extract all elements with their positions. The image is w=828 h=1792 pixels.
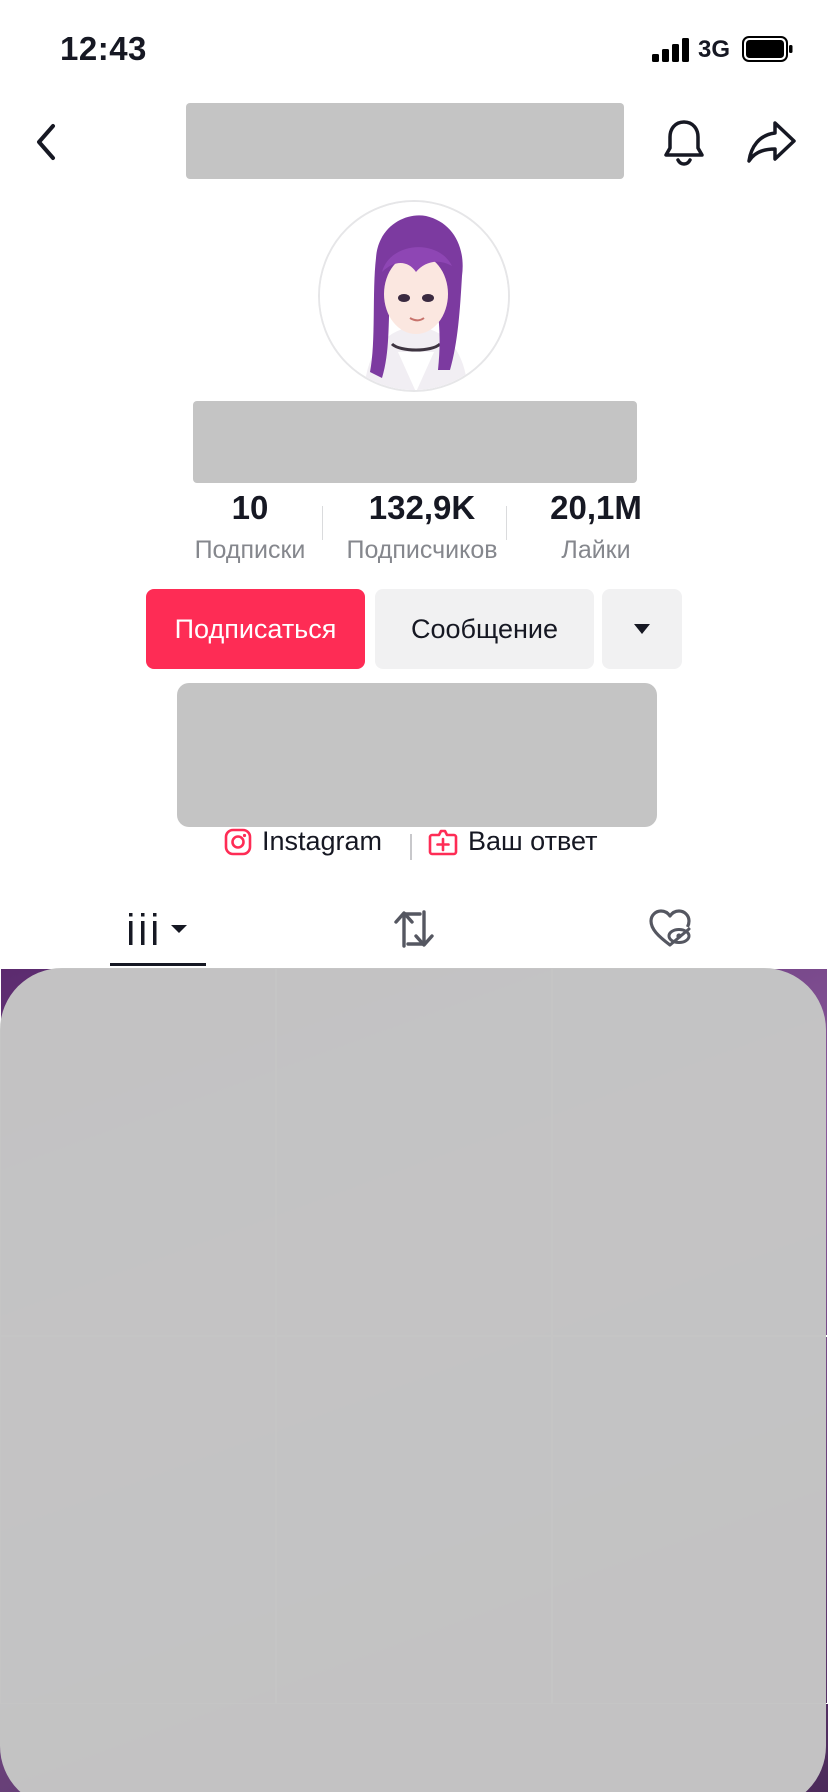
message-button[interactable]: Сообщение: [375, 589, 594, 669]
tab-videos[interactable]: [110, 890, 206, 968]
status-bar: 12:43 3G: [0, 0, 828, 100]
network-type: 3G: [698, 36, 731, 63]
liked-hidden-icon: [649, 909, 691, 947]
avatar-illustration: [320, 202, 508, 390]
back-icon: [37, 124, 55, 160]
active-tab-indicator: [110, 963, 206, 966]
stat-divider: [322, 506, 323, 540]
status-time: 12:43: [60, 30, 147, 67]
tab-reposts[interactable]: [376, 890, 452, 968]
following-stat[interactable]: 10 Подписки: [160, 488, 340, 565]
followers-stat[interactable]: 132,9K Подписчиков: [332, 488, 512, 565]
share-button[interactable]: [742, 114, 802, 170]
follow-button[interactable]: Подписаться: [146, 589, 365, 669]
reply-link[interactable]: Ваш ответ: [428, 826, 598, 857]
reply-link-label: Ваш ответ: [468, 826, 598, 856]
dropdown-arrow-icon: [634, 624, 650, 634]
likes-stat[interactable]: 20,1M Лайки: [506, 488, 686, 565]
following-count: 10: [231, 489, 269, 526]
notifications-button[interactable]: [654, 114, 714, 170]
bell-icon: [664, 120, 704, 166]
reply-icon: [428, 829, 458, 855]
video-grid-redacted: [0, 968, 826, 1792]
display-name-redacted: [193, 401, 637, 483]
likes-count: 20,1M: [550, 489, 642, 526]
instagram-icon: [224, 828, 252, 855]
username-title-redacted: [186, 103, 624, 179]
following-label: Подписки: [194, 536, 306, 564]
followers-count: 132,9K: [368, 489, 476, 526]
back-button[interactable]: [16, 114, 76, 170]
followers-label: Подписчиков: [346, 536, 498, 564]
instagram-link[interactable]: Instagram: [224, 826, 382, 857]
battery-icon: [742, 36, 793, 62]
video-grid-area: [0, 968, 828, 1792]
content-tabs: [0, 890, 828, 968]
top-nav-bar: [0, 100, 828, 182]
profile-stats: 10 Подписки 132,9K Подписчиков 20,1M Лай…: [160, 488, 680, 568]
profile-avatar[interactable]: [318, 200, 510, 392]
link-separator: [410, 834, 412, 860]
tab-liked[interactable]: [632, 890, 708, 968]
more-options-button[interactable]: [602, 589, 682, 669]
likes-label: Лайки: [561, 536, 631, 564]
reposts-icon: [394, 910, 434, 948]
bio-redacted: [177, 683, 657, 827]
signal-icon: [652, 38, 689, 62]
instagram-link-label: Instagram: [262, 826, 383, 856]
videos-grid-icon: [129, 913, 187, 945]
share-icon: [747, 121, 796, 163]
